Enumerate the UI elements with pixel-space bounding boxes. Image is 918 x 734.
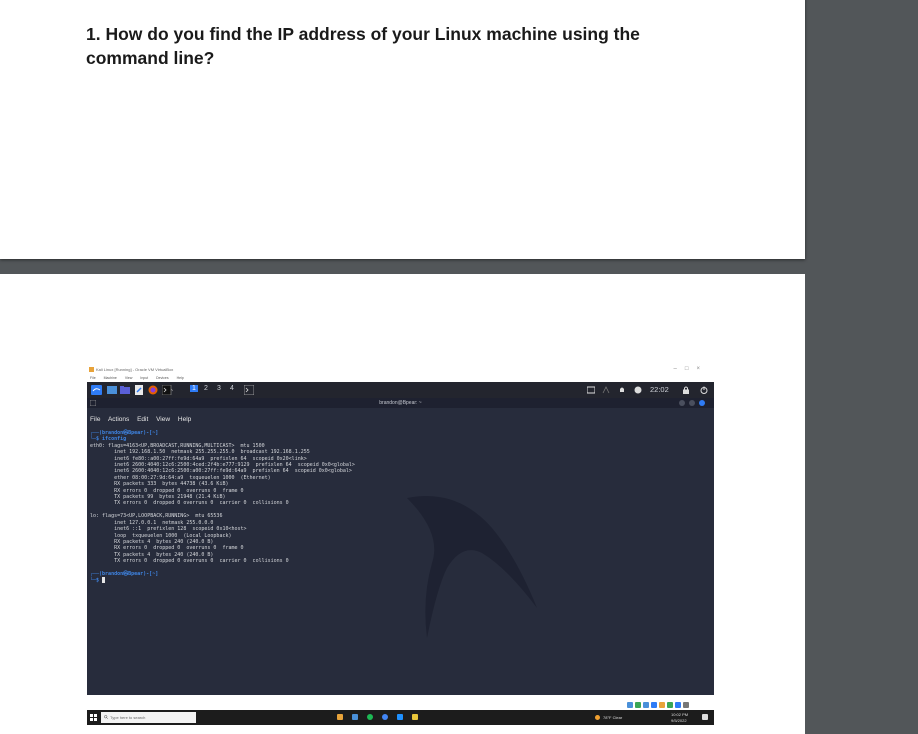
text-editor-icon[interactable]	[134, 385, 144, 395]
show-desktop-icon[interactable]	[107, 385, 117, 395]
term-menu-edit[interactable]: Edit	[137, 416, 148, 423]
keyboard-status-icon	[675, 702, 681, 708]
windows-start-icon[interactable]	[90, 714, 97, 721]
term-menu-file[interactable]: File	[90, 416, 100, 423]
virtualbox-window-title: Kali Linux [Running] - Oracle VM Virtual…	[96, 367, 174, 372]
mouse-status-icon	[683, 702, 689, 708]
terminal-launcher-icon[interactable]	[162, 385, 173, 395]
command-line: └─$ ifconfig	[90, 436, 127, 443]
usb-status-icon	[643, 702, 649, 708]
terminal-menubar: File Actions Edit View Help	[90, 416, 197, 423]
chrome-icon[interactable]	[382, 714, 388, 720]
prompt-line-2: ┌──(brandon㉿Bpear)-[~]	[90, 570, 159, 577]
maximize-button[interactable]	[689, 400, 695, 406]
taskbar-search-placeholder: Type here to search	[110, 715, 146, 720]
terminal-output: ┌──(brandon㉿Bpear)-[~] └─$ ifconfig eth0…	[90, 430, 690, 584]
virtualbox-window: Kali Linux [Running] - Oracle VM Virtual…	[87, 365, 714, 725]
weather-text: 78°F Clear	[603, 715, 623, 720]
vb-menu-input[interactable]: Input	[140, 376, 148, 380]
kali-clock: 22:02	[650, 385, 669, 394]
network-status-icon	[635, 702, 641, 708]
file-explorer-icon[interactable]	[412, 714, 418, 720]
display-icon[interactable]	[587, 385, 595, 395]
firefox-icon[interactable]	[148, 385, 158, 395]
search-icon	[104, 715, 108, 719]
virtualbox-menubar: File Machine View Input Devices Help	[87, 374, 714, 382]
workspace-3[interactable]: 3	[217, 385, 221, 392]
term-menu-actions[interactable]: Actions	[108, 416, 129, 423]
term-menu-view[interactable]: View	[156, 416, 170, 423]
taskbar-app-5-icon[interactable]	[397, 714, 403, 720]
terminal-title: brandon@Bpear: ~	[379, 400, 422, 406]
notification-icon[interactable]	[702, 714, 708, 720]
terminal-window[interactable]: brandon@Bpear: ~ File Actions Edit View …	[87, 398, 714, 695]
file-manager-icon[interactable]	[120, 385, 130, 395]
taskbar-app-2-icon[interactable]	[352, 714, 358, 720]
vb-menu-view[interactable]: View	[125, 376, 133, 380]
lock-icon[interactable]	[682, 385, 690, 395]
logout-icon[interactable]	[700, 385, 708, 395]
capture-status-icon	[667, 702, 673, 708]
taskbar-search-box[interactable]: Type here to search	[101, 712, 196, 723]
virtualbox-icon	[89, 367, 94, 372]
shared-folder-icon	[651, 702, 657, 708]
pdf-page-1: 1. How do you find the IP address of you…	[0, 0, 805, 259]
close-button[interactable]	[699, 400, 705, 406]
network-icon[interactable]	[602, 385, 610, 395]
terminal-titlebar: brandon@Bpear: ~	[87, 398, 714, 408]
taskbar-time: 10:02 PM	[671, 712, 689, 717]
vb-menu-machine[interactable]: Machine	[104, 376, 117, 380]
taskbar-app-1-icon[interactable]	[337, 714, 343, 720]
minimize-button[interactable]	[679, 400, 685, 406]
windows-taskbar: Type here to search 78°F Clear 10:02 PM …	[87, 710, 714, 725]
vb-menu-devices[interactable]: Devices	[156, 376, 168, 380]
weather-icon[interactable]	[595, 715, 600, 720]
command-line-2: └─$	[90, 577, 103, 584]
windows-taskbar-area: Type here to search 78°F Clear 10:02 PM …	[87, 695, 714, 725]
workspace-2[interactable]: 2	[204, 385, 208, 392]
power-status-icon[interactable]	[634, 385, 642, 395]
spotify-icon[interactable]	[367, 714, 373, 720]
terminal-task-icon[interactable]	[244, 385, 254, 395]
kali-top-panel: 1 2 3 4 22:02	[87, 382, 714, 398]
hdd-status-icon	[627, 702, 633, 708]
display-status-icon	[659, 702, 665, 708]
workspace-1[interactable]: 1	[190, 385, 198, 392]
vb-menu-file[interactable]: File	[90, 376, 96, 380]
ifconfig-output: eth0: flags=4163<UP,BROADCAST,RUNNING,MU…	[90, 442, 355, 565]
question-text: 1. How do you find the IP address of you…	[86, 24, 640, 68]
taskbar-date: 9/5/2022	[671, 718, 687, 723]
window-controls[interactable]: –□×	[674, 366, 708, 372]
workspace-4[interactable]: 4	[230, 385, 234, 392]
kali-menu-icon[interactable]	[91, 385, 102, 395]
terminal-cursor	[102, 577, 106, 584]
term-menu-help[interactable]: Help	[178, 416, 191, 423]
virtualbox-titlebar: Kali Linux [Running] - Oracle VM Virtual…	[87, 365, 714, 374]
notification-bell-icon[interactable]	[618, 385, 626, 395]
vb-menu-help[interactable]: Help	[177, 376, 184, 380]
